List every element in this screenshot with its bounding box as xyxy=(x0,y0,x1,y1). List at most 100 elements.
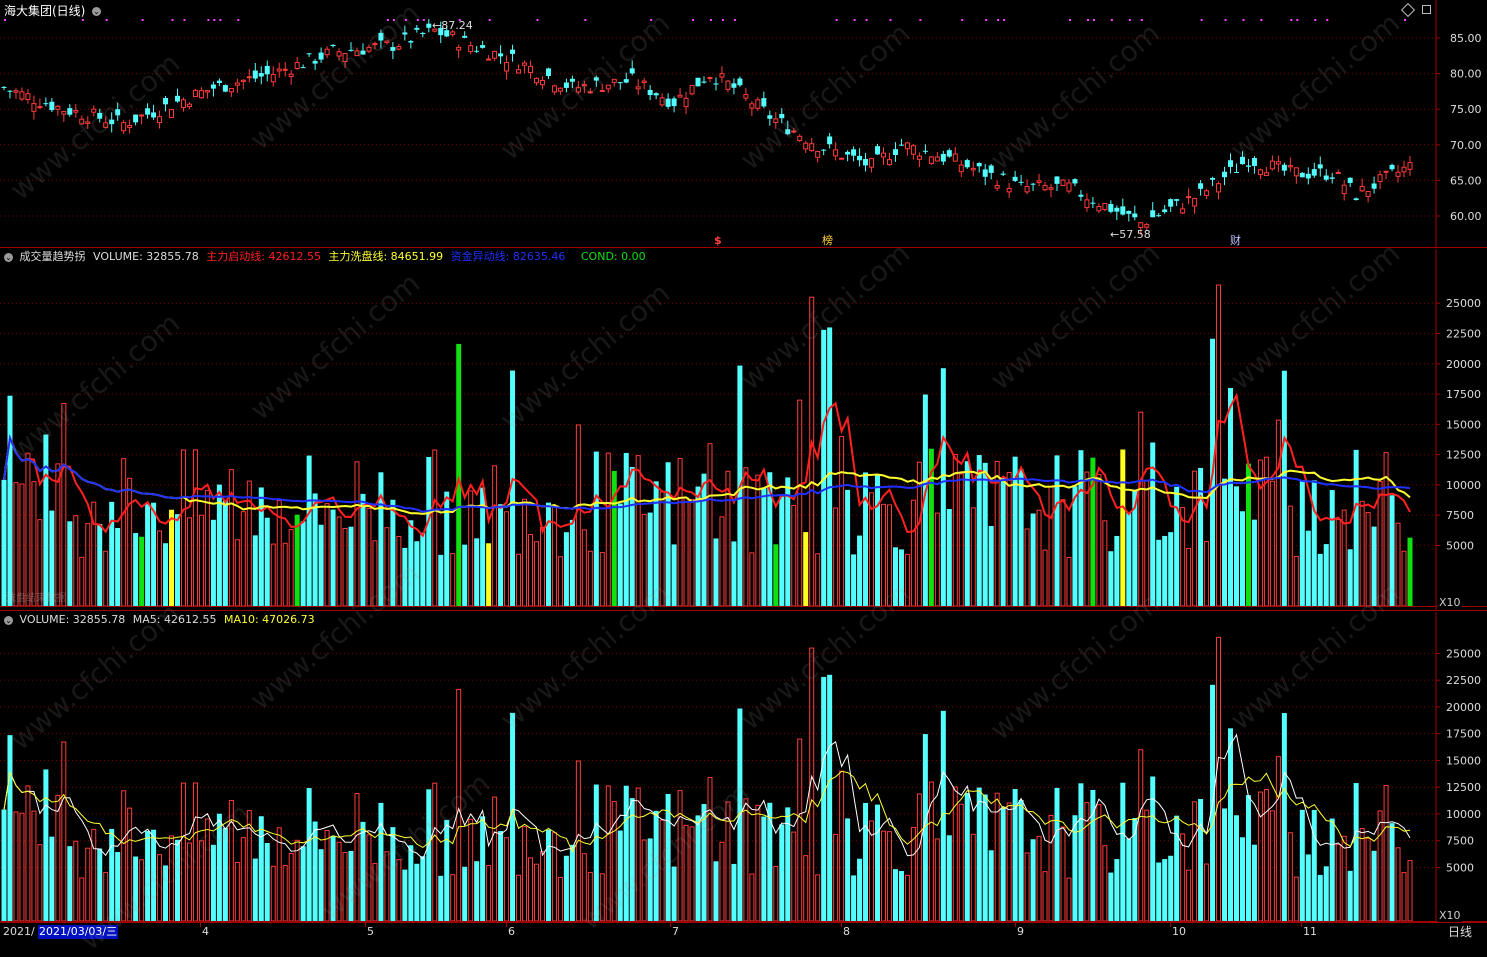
x-axis: 2021/ 2021/03/03/三 日线 4 5 6 7 8 9 10 11 xyxy=(0,922,1487,942)
event-label-dollar[interactable]: $ xyxy=(714,234,722,248)
volume-bar xyxy=(360,821,366,921)
volume-bar xyxy=(210,519,216,606)
volume-bar xyxy=(1144,809,1150,922)
event-label-rank[interactable]: 榜 xyxy=(822,234,833,248)
volume-bar xyxy=(396,859,402,922)
period-label[interactable]: 日线 xyxy=(1448,925,1472,939)
volume-bar xyxy=(133,856,139,921)
volume-bar xyxy=(545,502,551,606)
volume-bar xyxy=(910,826,916,922)
volume-bar xyxy=(749,552,755,607)
signal-dot xyxy=(404,19,407,21)
candle-body xyxy=(1180,208,1186,214)
candle-body xyxy=(779,113,785,119)
volume-tick-label: 25000 xyxy=(1446,297,1481,310)
volume-bar xyxy=(133,533,139,606)
month-tick xyxy=(1015,923,1016,927)
candle-body xyxy=(797,135,803,142)
candle-body xyxy=(408,41,414,43)
candle-body xyxy=(240,79,246,83)
volume-trend-chart[interactable]: 25000 22500 20000 17500 15000 12500 10000 7500 5… xyxy=(0,249,1487,611)
candle-body xyxy=(982,169,988,177)
volume-bar xyxy=(115,527,121,606)
volume-bar xyxy=(210,844,216,921)
volume-bar xyxy=(857,535,863,606)
candlestick-chart[interactable]: 85.00 80.00 75.00 70.00 65.00 60.00 xyxy=(0,0,1487,248)
volume-tick-label: 15000 xyxy=(1446,754,1481,767)
candle-body xyxy=(210,84,216,89)
event-label-finance[interactable]: 财 xyxy=(1230,234,1241,248)
candle-body xyxy=(342,52,348,63)
volume-bar xyxy=(25,452,31,607)
candle-body xyxy=(61,111,67,115)
volume-bar xyxy=(779,824,785,921)
volume-bar xyxy=(204,818,210,922)
volume-bar xyxy=(264,842,270,921)
signal-dot xyxy=(488,19,491,21)
volume-bar xyxy=(1108,872,1114,921)
volume-bar xyxy=(904,553,910,607)
candle-body xyxy=(539,80,545,86)
candle-body xyxy=(1108,203,1114,212)
volume-bar xyxy=(43,769,49,921)
volume-bar xyxy=(845,818,851,921)
indicator-panel[interactable]: 25000 22500 20000 17500 15000 12500 10000 7500 5… xyxy=(0,249,1487,611)
volume-bar xyxy=(432,782,438,922)
candle-body xyxy=(1389,164,1395,170)
volume-bar xyxy=(1024,528,1030,607)
candle-body xyxy=(348,49,354,51)
volume-settings-icon[interactable]: ⌄ xyxy=(4,615,13,625)
volume-bar xyxy=(366,834,372,922)
signal-dot xyxy=(1086,19,1089,21)
candle-body xyxy=(857,155,863,161)
volume-bar xyxy=(617,830,623,921)
volume-bar xyxy=(1222,478,1228,606)
signal-dot xyxy=(81,19,84,21)
volume-bar xyxy=(1341,835,1347,922)
price-panel[interactable]: 85.00 80.00 75.00 70.00 65.00 60.00 ←87.24 ←5… xyxy=(0,0,1487,248)
candle-body xyxy=(1335,172,1341,175)
candle-body xyxy=(851,149,857,156)
candle-body xyxy=(85,121,91,124)
volume-bar xyxy=(121,458,127,607)
candle-body xyxy=(1204,190,1210,196)
volume-bar xyxy=(587,550,593,607)
candle-body xyxy=(533,77,539,84)
month-label: 6 xyxy=(508,925,515,938)
volume-bar xyxy=(898,871,904,921)
candle-body xyxy=(1401,166,1407,173)
volume-bar xyxy=(557,876,563,922)
volume-bar xyxy=(1156,862,1162,921)
volume-bar xyxy=(1245,795,1251,921)
candle-body xyxy=(988,165,994,173)
candle-body xyxy=(1395,171,1401,177)
volume-bar xyxy=(539,527,545,607)
indicator-settings-icon[interactable]: ⌄ xyxy=(4,252,13,262)
candle-body xyxy=(809,143,815,152)
candle-body xyxy=(366,46,372,52)
volume-panel[interactable]: 25000 22500 20000 17500 15000 12500 10000 7500 5… xyxy=(0,612,1487,922)
volume-bar xyxy=(1198,798,1204,921)
faint-note: 洗盘结束数据 xyxy=(6,593,66,604)
candle-body xyxy=(1114,207,1120,212)
volume-bar xyxy=(504,837,510,922)
candle-body xyxy=(767,115,773,119)
candle-body xyxy=(79,118,85,125)
volume-bar xyxy=(1168,855,1174,921)
signal-dot xyxy=(219,19,222,21)
volume-bar xyxy=(611,470,617,606)
volume-bar xyxy=(677,457,683,607)
volume-bar xyxy=(492,796,498,922)
volume-bar xyxy=(354,461,360,607)
volume-chart[interactable]: 25000 22500 20000 17500 15000 12500 10000 7500 5… xyxy=(0,612,1487,922)
signal-dot xyxy=(1326,19,1329,21)
candle-body xyxy=(1305,173,1311,179)
month-label: 9 xyxy=(1017,925,1024,938)
volume-tick-label: 20000 xyxy=(1446,358,1481,371)
volume-bar xyxy=(342,528,348,607)
volume-bar xyxy=(1275,419,1281,607)
candle-body xyxy=(1120,206,1126,215)
candle-body xyxy=(593,77,599,81)
candle-body xyxy=(1263,172,1269,177)
indicator-name: 成交量趋势拐 xyxy=(19,250,86,263)
